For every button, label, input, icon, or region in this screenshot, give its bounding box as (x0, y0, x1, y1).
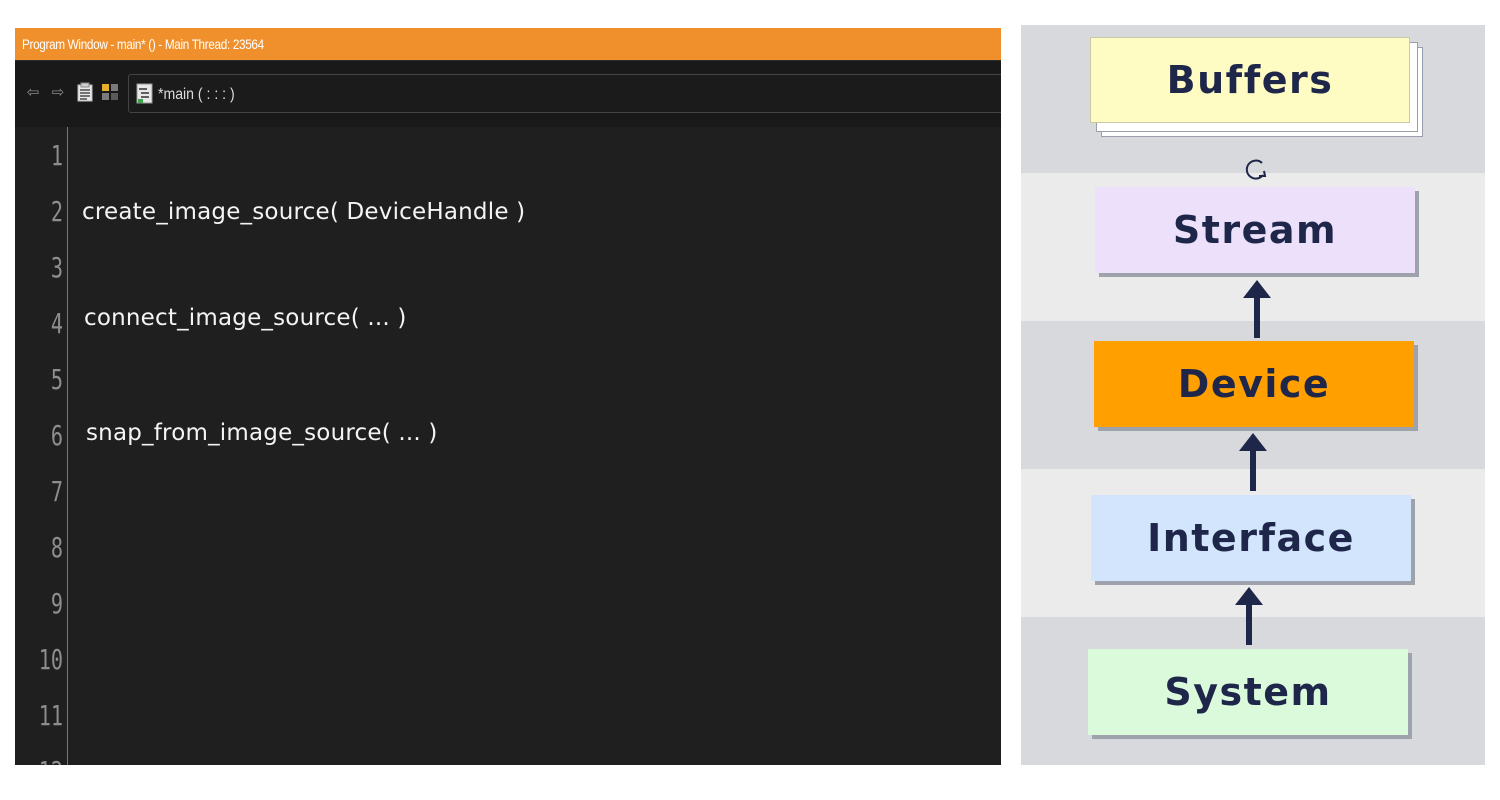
stream-label: Stream (1172, 208, 1338, 252)
procedure-selector[interactable]: *main ( : : : ) (128, 74, 1001, 113)
stream-box: Stream (1095, 187, 1415, 273)
procedure-label: *main ( : : : ) (158, 86, 235, 103)
line-number: 10 (38, 643, 63, 676)
line-number: 1 (50, 139, 63, 172)
line-number: 6 (50, 419, 63, 452)
clipboard-icon[interactable] (75, 81, 95, 103)
toolbar: ⇦ ⇨ *main (:::) (15, 60, 1001, 127)
back-arrow-icon[interactable]: ⇦ (23, 81, 43, 103)
line-number: 7 (50, 475, 63, 508)
line-number: 8 (50, 531, 63, 564)
line-number: 11 (38, 699, 63, 732)
line-number: 3 (50, 251, 63, 284)
code-editor[interactable]: 1 2 3 4 5 6 7 8 9 10 11 12 create_image_… (15, 127, 1001, 765)
buffers-label: Buffers (1166, 58, 1334, 102)
layer-diagram: Buffers Stream Device Interface System (1021, 25, 1485, 765)
interface-label: Interface (1147, 516, 1355, 560)
code-line[interactable]: snap_from_image_source( ... ) (86, 418, 438, 448)
line-number: 4 (50, 307, 63, 340)
program-window: Program Window - main* () - Main Thread:… (15, 28, 1001, 765)
gutter-divider (67, 127, 68, 765)
code-line[interactable]: create_image_source( DeviceHandle ) (82, 197, 525, 227)
up-arrow-icon (1235, 587, 1263, 645)
procedure-icon (136, 83, 154, 109)
system-box: System (1088, 649, 1408, 735)
grid-icon[interactable] (100, 81, 120, 103)
device-label: Device (1177, 362, 1331, 406)
buffers-box: Buffers (1090, 37, 1410, 123)
code-line[interactable]: connect_image_source( ... ) (84, 303, 407, 333)
forward-arrow-icon[interactable]: ⇨ (48, 81, 68, 103)
up-arrow-icon (1243, 280, 1271, 338)
line-number: 9 (50, 587, 63, 620)
title-bar[interactable]: Program Window - main* () - Main Thread:… (15, 28, 1001, 60)
device-box: Device (1094, 341, 1414, 427)
window-title: Program Window - main* () - Main Thread:… (22, 36, 264, 52)
interface-box: Interface (1091, 495, 1411, 581)
up-arrow-icon (1239, 433, 1267, 491)
line-number: 12 (28, 755, 63, 765)
circular-arrow-icon (1245, 159, 1267, 180)
system-label: System (1164, 670, 1332, 714)
line-number: 2 (50, 195, 63, 228)
line-number: 5 (50, 363, 63, 396)
